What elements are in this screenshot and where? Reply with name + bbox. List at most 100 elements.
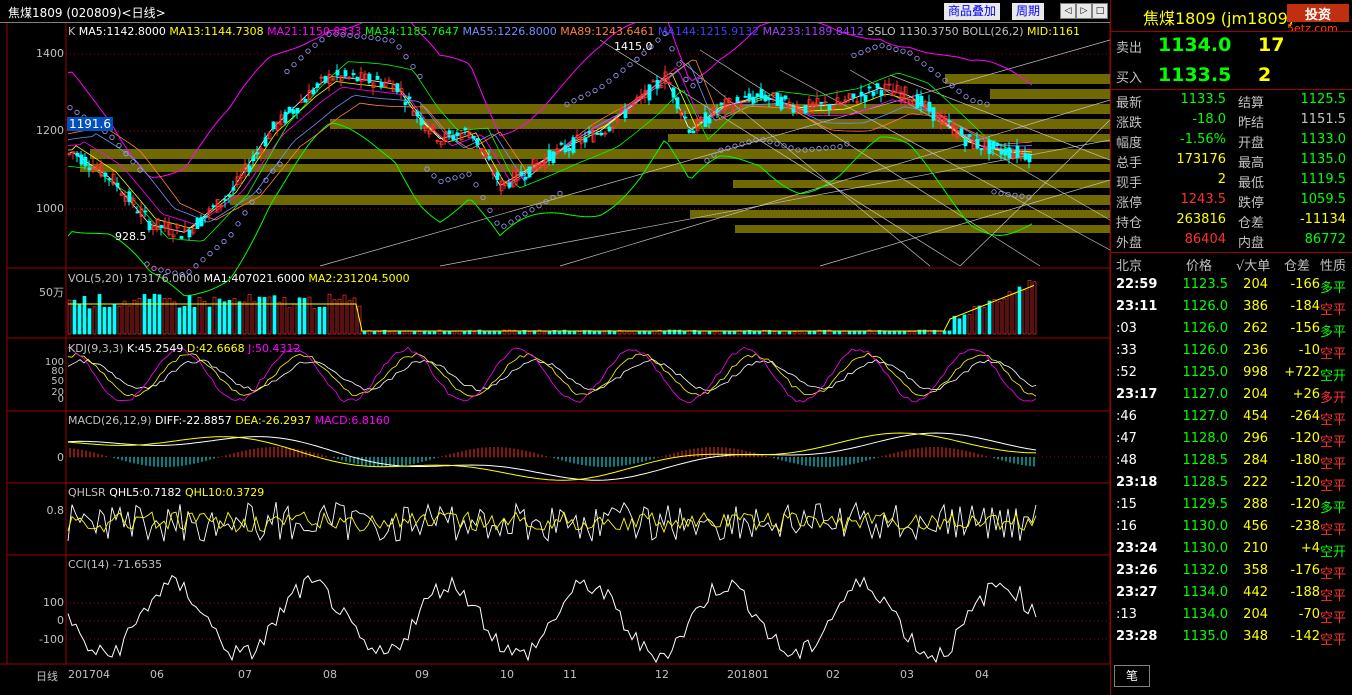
tick-volume: 998 [1243, 365, 1268, 380]
volume-bar [67, 299, 72, 335]
candle-body [819, 101, 824, 104]
sar-dot [312, 42, 318, 48]
sar-dot [928, 66, 934, 72]
volume-bar [387, 331, 392, 335]
tick-nature: 多平 [1320, 325, 1347, 340]
stat-label: 仓差 [1238, 216, 1265, 231]
tick-time: 23:27 [1116, 585, 1158, 600]
candle-body [159, 225, 164, 229]
sar-dot [578, 94, 584, 100]
tick-row[interactable]: :33 1126.0 236 -10 空平 [1114, 343, 1350, 365]
sar-dot [655, 37, 661, 43]
tick-row[interactable]: :46 1127.0 454 -264 空平 [1114, 409, 1350, 431]
tick-row[interactable]: :16 1130.0 456 -238 空平 [1114, 519, 1350, 541]
tick-row[interactable]: 23:28 1135.0 348 -142 空平 [1114, 629, 1350, 651]
tick-header-price: 价格 [1186, 259, 1213, 274]
sell-volume: 17 [1258, 34, 1285, 56]
kdj-line [67, 358, 1037, 392]
candle-body [447, 130, 452, 135]
tick-nature: 多开 [1320, 391, 1347, 406]
candle-body [735, 96, 740, 103]
main_chart-legend-item: MA89:1243.6461 [560, 25, 658, 38]
candle-body [691, 130, 696, 134]
volume-bar [557, 331, 562, 335]
prev-arrow-icon[interactable]: ◁ [1060, 3, 1076, 19]
tick-row[interactable]: 23:17 1127.0 204 +26 多开 [1114, 387, 1350, 409]
candle-body [671, 87, 676, 98]
tick-position-diff: -120 [1290, 475, 1320, 490]
candle-body [227, 194, 232, 197]
tick-time: 22:59 [1116, 277, 1158, 292]
tick-row[interactable]: :47 1128.0 296 -120 空平 [1114, 431, 1350, 453]
sar-dot [837, 144, 843, 150]
tick-nature: 空平 [1320, 611, 1347, 626]
tab-trades[interactable]: 笔 [1114, 665, 1150, 687]
volume-bar [912, 331, 917, 335]
period-button[interactable]: 周期 [1012, 3, 1045, 20]
sar-dot [669, 46, 675, 52]
candle-body [707, 117, 712, 124]
tick-row[interactable]: 23:18 1128.5 222 -120 空平 [1114, 475, 1350, 497]
tick-row[interactable]: 23:11 1126.0 386 -184 空平 [1114, 299, 1350, 321]
volume-bar [307, 296, 312, 335]
kdj-line [67, 346, 1037, 404]
stat-row: 涨停 1243.5 跌停 1059.5 [1114, 192, 1350, 212]
volume-bar [227, 299, 232, 335]
tick-row[interactable]: :52 1125.0 998 +722 空开 [1114, 365, 1350, 387]
candle-body [343, 70, 348, 77]
tick-volume: 456 [1243, 519, 1268, 534]
kdj-y-tick-0: 0 [57, 394, 64, 405]
sar-dot [417, 73, 423, 80]
tick-position-diff: -70 [1298, 607, 1320, 622]
maximize-icon[interactable]: □ [1092, 3, 1108, 19]
volume-bar [412, 331, 417, 335]
main_chart-legend-item: MA5:1142.8000 [78, 25, 170, 38]
candle-body [455, 132, 460, 137]
sar-dot [620, 67, 626, 73]
tick-price: 1130.0 [1182, 519, 1229, 534]
kdj-y-tick-50: 50 [51, 376, 64, 387]
tick-row[interactable]: 23:26 1132.0 358 -176 空平 [1114, 563, 1350, 585]
tick-time: :16 [1116, 519, 1137, 534]
tick-time: 23:11 [1116, 299, 1158, 314]
sell-label: 卖出 [1116, 41, 1143, 56]
tick-row[interactable]: :13 1134.0 204 -70 空平 [1114, 607, 1350, 629]
candle-body [263, 137, 268, 147]
candle-body [759, 88, 764, 98]
tick-row[interactable]: 22:59 1123.5 204 -166 多平 [1114, 277, 1350, 299]
candle-body [583, 137, 588, 143]
tick-row[interactable]: 23:27 1134.0 442 -188 空平 [1114, 585, 1350, 607]
gann-fan-line [819, 179, 1110, 267]
volume-bar [452, 331, 457, 335]
volume-bar [982, 307, 987, 335]
tick-row[interactable]: :48 1128.5 284 -180 空平 [1114, 453, 1350, 475]
volume-bar [952, 315, 957, 335]
sar-dot [431, 173, 437, 179]
overlay-commodity-button[interactable]: 商品叠加 [944, 3, 1001, 20]
tick-row[interactable]: :15 1129.5 288 -120 多平 [1114, 497, 1350, 519]
main_chart-legend-item: BOLL(26,2) [962, 25, 1028, 38]
tick-nature: 空开 [1320, 369, 1347, 384]
candle-body [919, 95, 924, 107]
next-arrow-icon[interactable]: ▷ [1076, 3, 1092, 19]
sar-dot [732, 143, 738, 149]
stat-label: 持仓 [1116, 216, 1143, 231]
sar-dot [872, 44, 878, 50]
volume-bar [887, 331, 892, 335]
sar-dot [977, 99, 983, 106]
tick-row[interactable]: :03 1126.0 262 -156 多平 [1114, 321, 1350, 343]
candle-body [79, 154, 84, 165]
volume-profile-band [690, 210, 1110, 218]
volume-bar [282, 297, 287, 335]
stat-value: 1125.5 [1300, 92, 1347, 107]
tick-volume: 358 [1243, 563, 1268, 578]
candle-body [879, 90, 884, 97]
sar-dot [844, 141, 850, 147]
candle-body [419, 117, 424, 126]
tick-volume: 204 [1243, 607, 1268, 622]
sar-dot [879, 43, 885, 49]
volume-bar [462, 331, 467, 335]
tick-row[interactable]: 23:24 1130.0 210 +4 空开 [1114, 541, 1350, 563]
candle-body [335, 70, 340, 76]
tick-nature: 空平 [1320, 589, 1347, 604]
